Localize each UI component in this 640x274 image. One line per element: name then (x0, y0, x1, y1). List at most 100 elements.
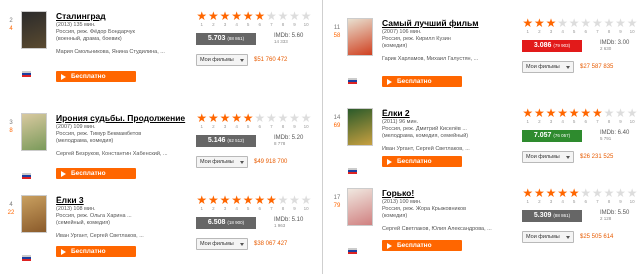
rating-star[interactable]: ★ (615, 107, 627, 119)
rating-star[interactable]: ★ (289, 10, 301, 22)
star-number: 7 (270, 22, 273, 27)
star-rating[interactable]: ★ ★ ★ ★ ★ ★ ★ ★ ★ ★ (522, 17, 640, 29)
rating-star[interactable]: ★ (277, 10, 289, 22)
rating-star[interactable]: ★ (568, 187, 580, 199)
rating-star[interactable]: ★ (266, 194, 278, 206)
star-number: 10 (303, 206, 309, 211)
rating-star[interactable]: ★ (300, 194, 312, 206)
rating-star[interactable]: ★ (219, 194, 231, 206)
rating-star[interactable]: ★ (300, 112, 312, 124)
my-films-dropdown[interactable]: Мои фильмы (196, 238, 248, 250)
rating-star[interactable]: ★ (208, 112, 220, 124)
my-films-dropdown[interactable]: Мои фильмы (522, 151, 574, 163)
rating-star[interactable]: ★ (196, 112, 208, 124)
rating-star[interactable]: ★ (266, 10, 278, 22)
rating-block: ★ ★ ★ ★ ★ ★ ★ ★ ★ ★ 1 2 3 4 5 6 7 8 9 10 5.146 (62 512) IM… (196, 112, 316, 168)
star-number: 6 (258, 124, 262, 129)
film-poster[interactable] (347, 18, 373, 56)
rating-star[interactable]: ★ (557, 107, 569, 119)
my-films-dropdown[interactable]: Мои фильмы (196, 54, 248, 66)
film-poster[interactable] (347, 108, 373, 146)
watch-free-button[interactable]: Бесплатно (56, 168, 136, 179)
rating-star[interactable]: ★ (231, 10, 243, 22)
rank-position: 4 (9, 202, 13, 208)
rating-star[interactable]: ★ (231, 112, 243, 124)
rating-star[interactable]: ★ (522, 17, 534, 29)
watch-free-button[interactable]: Бесплатно (56, 71, 136, 82)
rating-star[interactable]: ★ (266, 112, 278, 124)
rating-star[interactable]: ★ (242, 194, 254, 206)
rating-star[interactable]: ★ (208, 194, 220, 206)
rating-star[interactable]: ★ (626, 107, 638, 119)
star-rating[interactable]: ★ ★ ★ ★ ★ ★ ★ ★ ★ ★ (522, 107, 640, 119)
rating-star[interactable]: ★ (254, 112, 266, 124)
film-poster[interactable] (21, 195, 47, 233)
rating-star[interactable]: ★ (568, 17, 580, 29)
rating-star[interactable]: ★ (289, 194, 301, 206)
star-number: 8 (281, 206, 285, 211)
rating-star[interactable]: ★ (592, 187, 604, 199)
rating-star[interactable]: ★ (615, 187, 627, 199)
rating-star[interactable]: ★ (300, 10, 312, 22)
rating-star[interactable]: ★ (603, 107, 615, 119)
film-poster[interactable] (347, 188, 373, 226)
rating-star[interactable]: ★ (534, 187, 546, 199)
watch-free-button[interactable]: Бесплатно (56, 246, 136, 257)
rating-star[interactable]: ★ (615, 17, 627, 29)
rating-star[interactable]: ★ (289, 112, 301, 124)
rating-star[interactable]: ★ (592, 107, 604, 119)
star-number: 2 (538, 199, 541, 204)
rating-star[interactable]: ★ (277, 194, 289, 206)
rating-star[interactable]: ★ (534, 17, 546, 29)
star-rating[interactable]: ★ ★ ★ ★ ★ ★ ★ ★ ★ ★ (196, 10, 316, 22)
watch-free-button[interactable]: Бесплатно (382, 76, 462, 87)
poster-image (22, 196, 46, 232)
rating-star[interactable]: ★ (219, 112, 231, 124)
film-title-link[interactable]: Самый лучший фильм (382, 18, 514, 29)
film-title-link[interactable]: Ёлки 3 (56, 195, 188, 206)
my-films-label: Мои фильмы (200, 57, 234, 63)
my-films-dropdown[interactable]: Мои фильмы (522, 61, 574, 73)
film-title-link[interactable]: Горько! (382, 188, 514, 199)
rating-star[interactable]: ★ (592, 17, 604, 29)
rating-star[interactable]: ★ (626, 187, 638, 199)
rating-star[interactable]: ★ (277, 112, 289, 124)
rating-star[interactable]: ★ (196, 10, 208, 22)
rating-star[interactable]: ★ (568, 107, 580, 119)
rating-star[interactable]: ★ (208, 10, 220, 22)
rating-star[interactable]: ★ (254, 194, 266, 206)
rating-star[interactable]: ★ (580, 107, 592, 119)
my-films-dropdown[interactable]: Мои фильмы (196, 156, 248, 168)
rating-star[interactable]: ★ (580, 17, 592, 29)
rating-star[interactable]: ★ (545, 187, 557, 199)
film-title-link[interactable]: Ёлки 2 (382, 108, 514, 119)
rating-star[interactable]: ★ (626, 17, 638, 29)
rating-star[interactable]: ★ (545, 17, 557, 29)
watch-free-button[interactable]: Бесплатно (382, 240, 462, 251)
rating-star[interactable]: ★ (603, 17, 615, 29)
star-rating[interactable]: ★ ★ ★ ★ ★ ★ ★ ★ ★ ★ (196, 194, 316, 206)
rating-star[interactable]: ★ (522, 107, 534, 119)
film-poster[interactable] (21, 11, 47, 49)
rating-star[interactable]: ★ (219, 10, 231, 22)
film-title-link[interactable]: Сталинград (56, 11, 188, 22)
rating-star[interactable]: ★ (557, 17, 569, 29)
star-rating[interactable]: ★ ★ ★ ★ ★ ★ ★ ★ ★ ★ (196, 112, 316, 124)
watch-free-button[interactable]: Бесплатно (382, 156, 462, 167)
star-scale: 1 2 3 4 5 6 7 8 9 10 (196, 206, 316, 212)
rating-star[interactable]: ★ (242, 10, 254, 22)
rating-star[interactable]: ★ (522, 187, 534, 199)
star-rating[interactable]: ★ ★ ★ ★ ★ ★ ★ ★ ★ ★ (522, 187, 640, 199)
rating-star[interactable]: ★ (534, 107, 546, 119)
rating-star[interactable]: ★ (557, 187, 569, 199)
rating-star[interactable]: ★ (196, 194, 208, 206)
film-poster[interactable] (21, 113, 47, 151)
rating-star[interactable]: ★ (254, 10, 266, 22)
rating-star[interactable]: ★ (603, 187, 615, 199)
rating-star[interactable]: ★ (231, 194, 243, 206)
rating-star[interactable]: ★ (545, 107, 557, 119)
rating-star[interactable]: ★ (580, 187, 592, 199)
film-title-link[interactable]: Ирония судьбы. Продолжение (56, 113, 188, 124)
my-films-dropdown[interactable]: Мои фильмы (522, 231, 574, 243)
rating-star[interactable]: ★ (242, 112, 254, 124)
